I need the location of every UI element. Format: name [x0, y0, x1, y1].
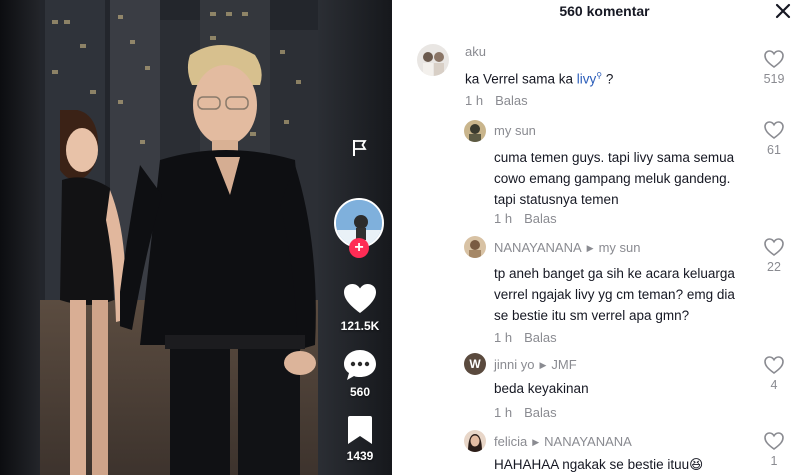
comment-like-count: 61 — [767, 143, 781, 157]
comment-item: NANAYANANA ▶ my sun tp aneh banget ga sih … — [392, 236, 800, 348]
comment-text: cuma temen guys. tapi livy sama semua co… — [494, 150, 735, 207]
bookmark-icon — [348, 416, 372, 444]
comment-meta: 1 h Balas — [465, 93, 528, 108]
door-frame-left — [0, 0, 40, 475]
comment-text: ka Verrel sama ka livy⚲ ? — [465, 71, 614, 87]
comments-header: 560 komentar — [392, 0, 800, 22]
comment-like-button[interactable]: 519 — [759, 50, 789, 86]
comment-text: HAHAHAA ngakak se bestie ituu😆 — [494, 457, 704, 472]
like-count: 121.5K — [340, 319, 380, 333]
comment-item: aku ka Verrel sama ka livy⚲ ? 1 h Balas 5… — [392, 40, 800, 115]
heart-outline-icon — [764, 238, 784, 256]
comment-username: jinni yo ▶ JMF — [494, 357, 577, 372]
reply-to-username[interactable]: NANAYANANA — [544, 434, 632, 449]
save-count: 1439 — [346, 449, 374, 463]
comment-like-count: 22 — [767, 260, 781, 274]
video-action-rail: + 121.5K 560 1439 — [330, 0, 390, 475]
comment-username: NANAYANANA ▶ my sun — [494, 240, 641, 255]
reply-to-username[interactable]: my sun — [599, 240, 641, 255]
heart-outline-icon — [764, 50, 784, 68]
heart-outline-icon — [764, 356, 784, 374]
reply-button[interactable]: Balas — [495, 93, 528, 108]
reply-button[interactable]: Balas — [524, 330, 557, 345]
comment-item: my sun cuma temen guys. tapi livy sama s… — [392, 118, 800, 228]
close-button[interactable] — [772, 0, 794, 22]
comment-like-button[interactable]: 4 — [759, 356, 789, 392]
comment-meta: 1 h Balas — [494, 211, 557, 226]
comment-item: felicia ▶ NANAYANANA HAHAHAA ngakak se bes… — [392, 430, 800, 475]
mention-link[interactable]: livy — [577, 72, 597, 87]
avatar[interactable] — [464, 236, 486, 258]
avatar[interactable] — [417, 44, 449, 76]
comment-username[interactable]: aku — [465, 44, 486, 59]
comment-count: 560 — [349, 385, 371, 399]
comments-title: 560 komentar — [559, 3, 650, 19]
reply-arrow-icon: ▶ — [539, 360, 547, 370]
avatar[interactable] — [464, 120, 486, 142]
reply-to-username[interactable]: JMF — [551, 357, 576, 372]
reply-button[interactable]: Balas — [524, 405, 557, 420]
video-player[interactable]: + 121.5K 560 1439 — [0, 0, 392, 475]
comments-panel: 560 komentar aku ka Verrel sama ka livy⚲… — [392, 0, 800, 475]
heart-icon — [344, 284, 376, 313]
comment-like-button[interactable]: 22 — [759, 238, 789, 274]
follow-plus-icon[interactable]: + — [349, 238, 369, 258]
reply-button[interactable]: Balas — [524, 211, 557, 226]
comment-button[interactable]: 560 — [330, 349, 390, 399]
comment-meta: 1 h Balas — [494, 405, 557, 420]
comment-username: felicia ▶ NANAYANANA — [494, 434, 632, 449]
comment-time: 1 h — [494, 211, 513, 226]
comment-bubble-icon — [344, 350, 376, 380]
comment-item: W jinni yo ▶ JMF beda keyakinan 1 h Balas 4 — [392, 353, 800, 423]
close-icon — [775, 3, 791, 19]
comment-text: tp aneh banget ga sih ke acara keluarga … — [494, 266, 735, 323]
man-figure — [120, 45, 316, 475]
comment-like-button[interactable]: 61 — [759, 121, 789, 157]
comment-time: 1 h — [494, 330, 513, 345]
like-button[interactable]: 121.5K — [330, 283, 390, 333]
flag-icon[interactable] — [350, 138, 370, 158]
comment-time: 1 h — [465, 93, 484, 108]
heart-outline-icon — [764, 432, 784, 450]
comment-like-button[interactable]: 1 — [759, 432, 789, 468]
comment-like-count: 4 — [770, 378, 778, 392]
comment-like-count: 1 — [770, 454, 778, 468]
avatar[interactable]: W — [464, 353, 486, 375]
comment-meta: 1 h Balas — [494, 330, 557, 345]
comment-like-count: 519 — [763, 72, 785, 86]
comment-text: beda keyakinan — [494, 381, 589, 396]
comment-time: 1 h — [494, 405, 513, 420]
save-button[interactable]: 1439 — [330, 415, 390, 463]
avatar-letter: W — [469, 357, 481, 371]
reply-arrow-icon: ▶ — [532, 437, 540, 447]
avatar[interactable] — [464, 430, 486, 452]
heart-outline-icon — [764, 121, 784, 139]
comment-username[interactable]: my sun — [494, 123, 536, 138]
reply-arrow-icon: ▶ — [586, 243, 594, 253]
